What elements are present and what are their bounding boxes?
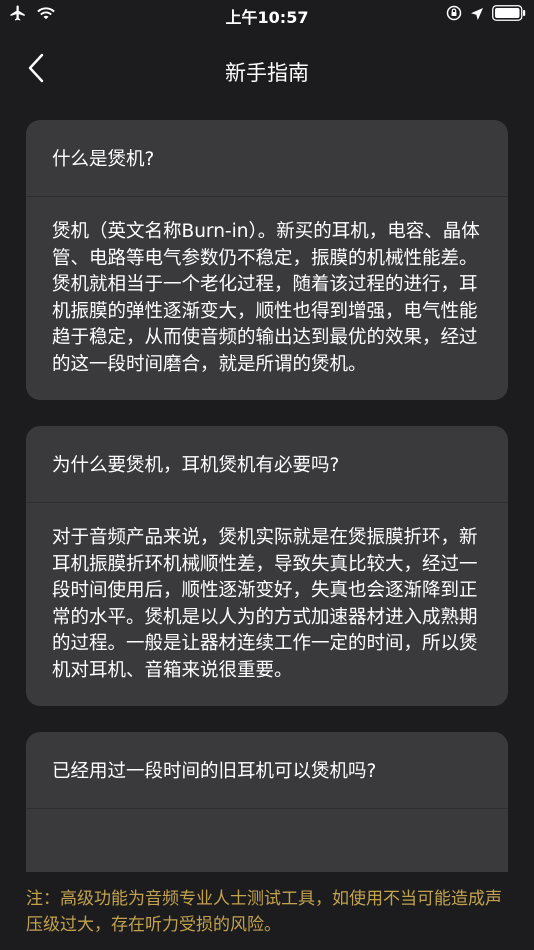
faq-card: 什么是煲机? 煲机（英文名称Burn-in）。新买的耳机，电容、晶体管、电路等电…	[26, 120, 508, 400]
faq-answer: 对于音频产品来说，煲机实际就是在煲振膜折环，新耳机振膜折环机械顺性差，导致失真比…	[52, 527, 478, 681]
status-right	[446, 5, 526, 25]
faq-question: 什么是煲机?	[26, 120, 508, 197]
faq-card: 为什么要煲机，耳机煲机有必要吗? 对于音频产品来说，煲机实际就是在煲振膜折环，新…	[26, 426, 508, 706]
nav-bar: 新手指南	[0, 40, 534, 100]
faq-card: 已经用过一段时间的旧耳机可以煲机吗?	[26, 732, 508, 872]
warning-notice: 注：高级功能为音频专业人士测试工具，如使用不当可能造成声压级过大，存在听力受损的…	[0, 872, 534, 950]
faq-answer: 煲机（英文名称Burn-in）。新买的耳机，电容、晶体管、电路等电气参数仍不稳定…	[52, 221, 480, 375]
orientation-lock-icon	[446, 5, 462, 25]
page-title: 新手指南	[225, 61, 309, 85]
faq-question: 已经用过一段时间的旧耳机可以煲机吗?	[26, 732, 508, 809]
faq-answer	[26, 809, 508, 872]
status-bar: 上午10:57	[0, 0, 534, 30]
faq-question: 为什么要煲机，耳机煲机有必要吗?	[26, 426, 508, 503]
location-icon	[470, 6, 484, 25]
battery-icon	[492, 5, 526, 25]
faq-list[interactable]: 什么是煲机? 煲机（英文名称Burn-in）。新买的耳机，电容、晶体管、电路等电…	[0, 120, 534, 872]
